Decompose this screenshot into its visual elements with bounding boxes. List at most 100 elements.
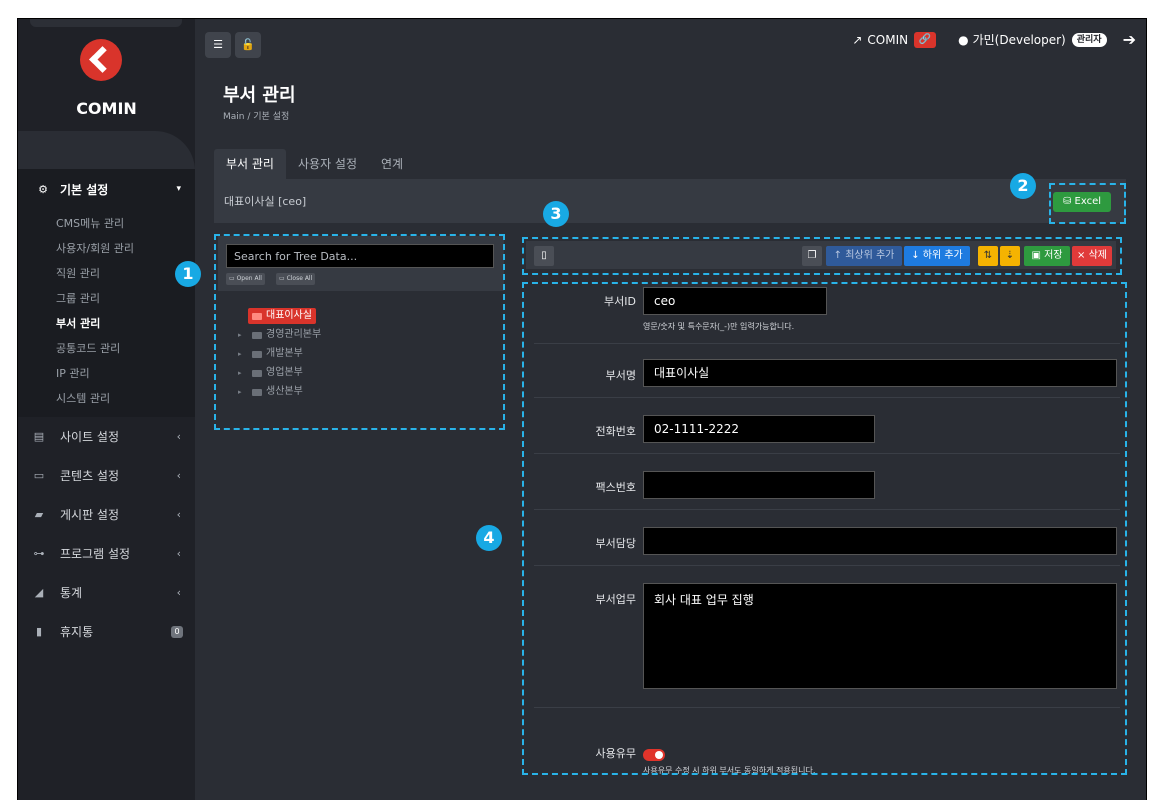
unlock-button[interactable]: 🔓 [235,32,261,58]
save-button[interactable]: ▣ 저장 [1024,246,1070,266]
sidebar-item-common-codes[interactable]: 공통코드 관리 [18,336,195,361]
delete-button[interactable]: × 삭제 [1072,246,1112,266]
sidebar-item-board-settings[interactable]: ▰ 게시판 설정 ‹ [18,495,195,534]
header-right: ↗ COMIN 🔗 ● 가민(Developer) 관리자 ➔ [852,30,1136,49]
duty-textarea[interactable]: 회사 대표 업무 집행 [643,583,1117,689]
logout-icon[interactable]: ➔ [1123,30,1136,49]
sort-down-icon: ↓ [911,250,923,261]
chevron-left-icon: ‹ [176,430,181,443]
open-all-button[interactable]: ▭ Open All [226,273,265,285]
tree-node[interactable]: ▸ 개발본부 [238,346,303,362]
chevron-left-icon: ‹ [176,508,181,521]
gears-icon: ⚙ [38,182,48,196]
excel-button[interactable]: ⛁ Excel [1053,192,1111,212]
folder-icon [252,369,262,377]
new-document-button[interactable]: ▯ [534,246,554,266]
sidebar-item-program-settings[interactable]: ⊶ 프로그램 설정 ‹ [18,534,195,573]
link-icon[interactable]: 🔗 [914,31,937,48]
phone-input[interactable]: 02-1111-2222 [643,415,875,443]
tree-panel: Search for Tree Data... ▭ Open All ▭ Clo… [218,236,504,429]
list-icon: ☰ [213,38,223,51]
folder-open-icon: ▭ [229,275,237,282]
app-window: COMIN ⚙ 기본 설정 ▾ CMS메뉴 관리 사용자/회원 관리 직원 관리… [17,18,1147,800]
close-all-button[interactable]: ▭ Close All [276,273,316,285]
user-icon: ● [958,32,969,47]
use-toggle[interactable] [643,749,665,761]
user-name[interactable]: 가민(Developer) [973,31,1066,48]
page-title: 부서 관리 [223,85,296,106]
trash-count-badge: 0 [171,625,183,638]
arrow-down-icon: ⇣ [1005,250,1015,261]
tree-search-input[interactable]: Search for Tree Data... [226,244,494,268]
sidebar-item-statistics[interactable]: ◢ 통계 ‹ [18,573,195,612]
file-icon: ▯ [541,250,547,261]
callout-badge-2: 2 [1010,173,1036,199]
program-icon: ⊶ [33,547,45,560]
tree-node-ceo[interactable]: 대표이사실 [248,308,316,324]
save-icon: ▣ [1031,250,1045,261]
trash-icon: ▮ [35,625,43,638]
sidebar-item-departments[interactable]: 부서 관리 [18,311,195,336]
tree-node[interactable]: ▸ 영업본부 [238,365,303,381]
tab-departments[interactable]: 부서 관리 [214,149,286,179]
copy-button[interactable]: ❐ [802,246,822,266]
manager-input[interactable] [643,527,1117,555]
use-help: 사용유무 수정 시 하위 부서도 동일하게 적용됩니다. [643,766,816,775]
use-label: 사용유무 [595,747,636,760]
excel-icon: ⛁ [1062,196,1075,207]
folder-icon: ▭ [279,275,287,282]
add-top-button[interactable]: ↑ 최상위 추가 [826,246,902,266]
unlock-icon: 🔓 [241,38,255,51]
close-icon: × [1077,250,1089,261]
expand-icon[interactable]: ▸ [238,346,246,362]
sidebar-item-system[interactable]: 시스템 관리 [18,386,195,411]
sidebar-item-groups[interactable]: 그룹 관리 [18,286,195,311]
list-toggle-button[interactable]: ☰ [205,32,231,58]
dept-name-input[interactable]: 대표이사실 [643,359,1117,387]
form-toolbar: ▯ ❐ ↑ 최상위 추가 ↓ 하위 추가 ⇅ ⇣ ▣ 저장 × 삭제 [526,241,1116,269]
callout-badge-3: 3 [543,201,569,227]
dept-id-label: 부서ID [604,295,636,308]
sidebar-item-ip[interactable]: IP 관리 [18,361,195,386]
sidebar-item-trash[interactable]: ▮ 휴지통 0 [18,612,195,651]
sidebar-section-basic-settings[interactable]: ⚙ 기본 설정 ▾ [18,169,195,209]
sidebar-item-content-settings[interactable]: ▭ 콘텐츠 설정 ‹ [18,456,195,495]
submenu: CMS메뉴 관리 사용자/회원 관리 직원 관리 그룹 관리 부서 관리 공통코… [18,209,195,417]
move-up-button[interactable]: ⇅ [978,246,998,266]
dept-id-help: 영문/숫자 및 특수문자(_-)만 입력가능합니다. [643,322,795,331]
copy-icon: ❐ [807,250,817,261]
callout-badge-4: 4 [476,525,502,551]
site-link[interactable]: COMIN [867,33,908,47]
sidebar: COMIN ⚙ 기본 설정 ▾ CMS메뉴 관리 사용자/회원 관리 직원 관리… [18,19,195,800]
phone-label: 전화번호 [595,425,636,438]
external-link-icon: ↗ [852,32,863,47]
callout-badge-1: 1 [175,261,201,287]
sidebar-item-cms-menu[interactable]: CMS메뉴 관리 [18,211,195,236]
move-down-button[interactable]: ⇣ [1000,246,1020,266]
arrow-up-icon: ⇅ [983,250,993,261]
tab-bar: 부서 관리 사용자 설정 연계 [214,149,415,179]
folder-icon [252,312,262,320]
breadcrumb: Main / 기본 설정 [223,112,290,122]
server-icon: ▤ [33,430,45,443]
expand-icon[interactable]: ▸ [238,365,246,381]
tab-integration[interactable]: 연계 [369,149,415,179]
duty-label: 부서업무 [595,593,636,606]
expand-icon[interactable]: ▸ [238,384,246,400]
fax-input[interactable] [643,471,875,499]
chevron-left-icon: ‹ [176,469,181,482]
tab-user-settings[interactable]: 사용자 설정 [286,149,369,179]
add-child-button[interactable]: ↓ 하위 추가 [904,246,970,266]
expand-icon[interactable]: ▸ [238,327,246,343]
selected-dept-bar: 대표이사실 [ceo] [214,179,1126,223]
chevron-left-icon: ‹ [176,586,181,599]
sidebar-item-users[interactable]: 사용자/회원 관리 [18,236,195,261]
chevron-down-icon: ▾ [176,184,181,194]
dept-id-input[interactable]: ceo [643,287,827,315]
content-icon: ▭ [33,469,45,482]
sidebar-item-site-settings[interactable]: ▤ 사이트 설정 ‹ [18,417,195,456]
tree-node[interactable]: ▸ 생산본부 [238,384,303,400]
logo-icon[interactable] [80,39,122,81]
tree-node[interactable]: ▸ 경영관리본부 [238,327,321,343]
sidebar-item-staff[interactable]: 직원 관리 [18,261,195,286]
